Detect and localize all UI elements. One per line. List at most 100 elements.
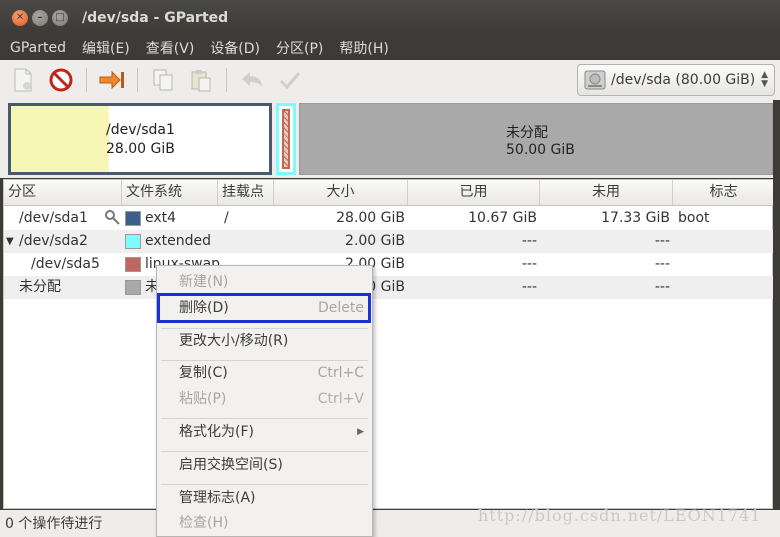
menu-separator bbox=[161, 418, 368, 419]
highlight-box bbox=[157, 293, 371, 323]
filesystem-name: ext4 bbox=[145, 210, 177, 226]
toolbar: /dev/sda (80.00 GiB) ▲ ▼ bbox=[0, 60, 780, 100]
menu-gparted[interactable]: GParted bbox=[0, 40, 72, 56]
delete-icon[interactable] bbox=[48, 67, 74, 93]
paste-icon[interactable] bbox=[188, 67, 214, 93]
disk-map-swap[interactable] bbox=[282, 109, 290, 169]
partition-name: /dev/sda5 bbox=[31, 256, 100, 272]
partition-table: 分区 文件系统 挂载点 大小 已用 未用 标志 /dev/sda1 ext4 /… bbox=[3, 179, 774, 509]
check-icon[interactable] bbox=[277, 67, 303, 93]
column-header-size[interactable]: 大小 bbox=[274, 180, 408, 205]
new-icon[interactable] bbox=[10, 67, 36, 93]
disk-map-unallocated-name: 未分配 bbox=[506, 125, 548, 141]
window-title: /dev/sda - GParted bbox=[82, 9, 229, 26]
disk-map-unallocated[interactable]: 未分配 50.00 GiB bbox=[299, 103, 773, 175]
menu-item-copy[interactable]: 复制(C) Ctrl+C bbox=[157, 361, 372, 386]
menu-item-paste[interactable]: 粘贴(P) Ctrl+V bbox=[157, 387, 372, 412]
partition-used: --- bbox=[521, 256, 537, 272]
partition-used: --- bbox=[521, 233, 537, 249]
disk-map-sda1[interactable]: /dev/sda1 28.00 GiB bbox=[8, 103, 272, 175]
key-icon bbox=[104, 209, 120, 232]
toolbar-separator bbox=[226, 68, 227, 92]
menu-item-flags-label: 管理标志(A) bbox=[179, 490, 256, 506]
status-text: 0 个操作待进行 bbox=[5, 516, 103, 532]
title-bar: ✕ – □ /dev/sda - GParted bbox=[0, 0, 780, 35]
column-header-unused[interactable]: 未用 bbox=[540, 180, 673, 205]
menu-separator bbox=[161, 451, 368, 452]
menu-item-format-label: 格式化为(F) bbox=[179, 424, 254, 440]
toolbar-separator bbox=[86, 68, 87, 92]
partition-size: 2.00 GiB bbox=[345, 233, 405, 249]
menu-separator bbox=[161, 484, 368, 485]
window-edge bbox=[773, 100, 780, 537]
close-window-button[interactable]: ✕ bbox=[12, 9, 28, 26]
menu-item-paste-shortcut: Ctrl+V bbox=[317, 391, 364, 407]
minimize-window-button[interactable]: – bbox=[32, 9, 48, 26]
partition-name: /dev/sda2 bbox=[19, 233, 88, 249]
partition-size: 28.00 GiB bbox=[336, 210, 405, 226]
table-row[interactable]: 未分配 未分配 50.00 GiB --- --- bbox=[4, 276, 774, 299]
column-header-partition[interactable]: 分区 bbox=[4, 180, 122, 205]
device-selector-label: /dev/sda (80.00 GiB) bbox=[611, 72, 756, 88]
partition-used: 10.67 GiB bbox=[468, 210, 537, 226]
partition-unused: --- bbox=[654, 233, 670, 249]
disk-map: /dev/sda1 28.00 GiB 未分配 50.00 GiB bbox=[0, 100, 780, 178]
undo-icon[interactable] bbox=[239, 67, 265, 93]
mount-point: / bbox=[224, 210, 229, 226]
context-menu: 新建(N) 删除(D) Delete 更改大小/移动(R) 复制(C) Ctrl… bbox=[156, 265, 373, 537]
disk-map-sda1-name: /dev/sda1 bbox=[106, 122, 175, 138]
menu-item-resize[interactable]: 更改大小/移动(R) bbox=[157, 329, 372, 354]
apply-icon[interactable] bbox=[99, 67, 125, 93]
submenu-arrow-icon: ▶ bbox=[357, 427, 364, 437]
menu-item-copy-label: 复制(C) bbox=[179, 365, 228, 381]
table-row[interactable]: /dev/sda5 linux-swap 2.00 GiB --- --- bbox=[4, 253, 774, 276]
menu-item-swapon-label: 启用交换空间(S) bbox=[179, 457, 283, 473]
device-selector[interactable]: /dev/sda (80.00 GiB) ▲ ▼ bbox=[577, 64, 775, 96]
menu-item-paste-label: 粘贴(P) bbox=[179, 391, 227, 407]
menu-item-check[interactable]: 检查(H) bbox=[157, 511, 372, 536]
table-row[interactable]: /dev/sda1 ext4 / 28.00 GiB 10.67 GiB 17.… bbox=[4, 207, 774, 230]
menu-item-copy-shortcut: Ctrl+C bbox=[317, 365, 364, 381]
partition-unused: 17.33 GiB bbox=[601, 210, 670, 226]
partition-flags: boot bbox=[678, 210, 710, 226]
table-row[interactable]: ▼ /dev/sda2 extended 2.00 GiB --- --- bbox=[4, 230, 774, 253]
filesystem-color-swatch bbox=[125, 257, 141, 272]
column-header-filesystem[interactable]: 文件系统 bbox=[122, 180, 218, 205]
hard-disk-icon bbox=[583, 68, 607, 92]
filesystem-color-swatch bbox=[125, 234, 141, 249]
column-header-mountpoint[interactable]: 挂载点 bbox=[218, 180, 274, 205]
menu-item-new-label: 新建(N) bbox=[179, 274, 229, 290]
partition-name: /dev/sda1 bbox=[19, 210, 88, 226]
filesystem-name: extended bbox=[145, 233, 212, 249]
table-header: 分区 文件系统 挂载点 大小 已用 未用 标志 bbox=[4, 180, 774, 206]
partition-unused: --- bbox=[654, 256, 670, 272]
menu-item-format[interactable]: 格式化为(F) ▶ bbox=[157, 420, 372, 445]
maximize-window-button[interactable]: □ bbox=[52, 9, 68, 26]
filesystem-color-swatch bbox=[125, 280, 141, 295]
expander-icon[interactable]: ▼ bbox=[6, 230, 14, 253]
column-header-flags[interactable]: 标志 bbox=[673, 180, 774, 205]
menu-device[interactable]: 设备(D) bbox=[200, 38, 266, 58]
toolbar-separator bbox=[137, 68, 138, 92]
menu-item-swapon[interactable]: 启用交换空间(S) bbox=[157, 453, 372, 478]
partition-unused: --- bbox=[654, 279, 670, 295]
copy-icon[interactable] bbox=[150, 67, 176, 93]
menu-partition[interactable]: 分区(P) bbox=[266, 38, 329, 58]
menu-item-new[interactable]: 新建(N) bbox=[157, 270, 372, 295]
menu-help[interactable]: 帮助(H) bbox=[329, 38, 394, 58]
filesystem-color-swatch bbox=[125, 211, 141, 226]
partition-name: 未分配 bbox=[19, 279, 61, 295]
menu-item-flags[interactable]: 管理标志(A) bbox=[157, 486, 372, 511]
watermark: http://blog.csdn.net/LEON1741 bbox=[478, 506, 762, 525]
disk-map-extended[interactable] bbox=[276, 103, 296, 175]
menu-bar: GParted 编辑(E) 查看(V) 设备(D) 分区(P) 帮助(H) bbox=[0, 35, 780, 60]
disk-map-sda1-size: 28.00 GiB bbox=[106, 141, 175, 157]
chevron-updown-icon: ▲ ▼ bbox=[761, 70, 768, 89]
menu-view[interactable]: 查看(V) bbox=[136, 38, 201, 58]
column-header-used[interactable]: 已用 bbox=[408, 180, 540, 205]
menu-item-check-label: 检查(H) bbox=[179, 515, 229, 531]
menu-edit[interactable]: 编辑(E) bbox=[72, 38, 136, 58]
disk-map-unallocated-size: 50.00 GiB bbox=[506, 142, 575, 158]
menu-item-resize-label: 更改大小/移动(R) bbox=[179, 333, 289, 349]
partition-used: --- bbox=[521, 279, 537, 295]
